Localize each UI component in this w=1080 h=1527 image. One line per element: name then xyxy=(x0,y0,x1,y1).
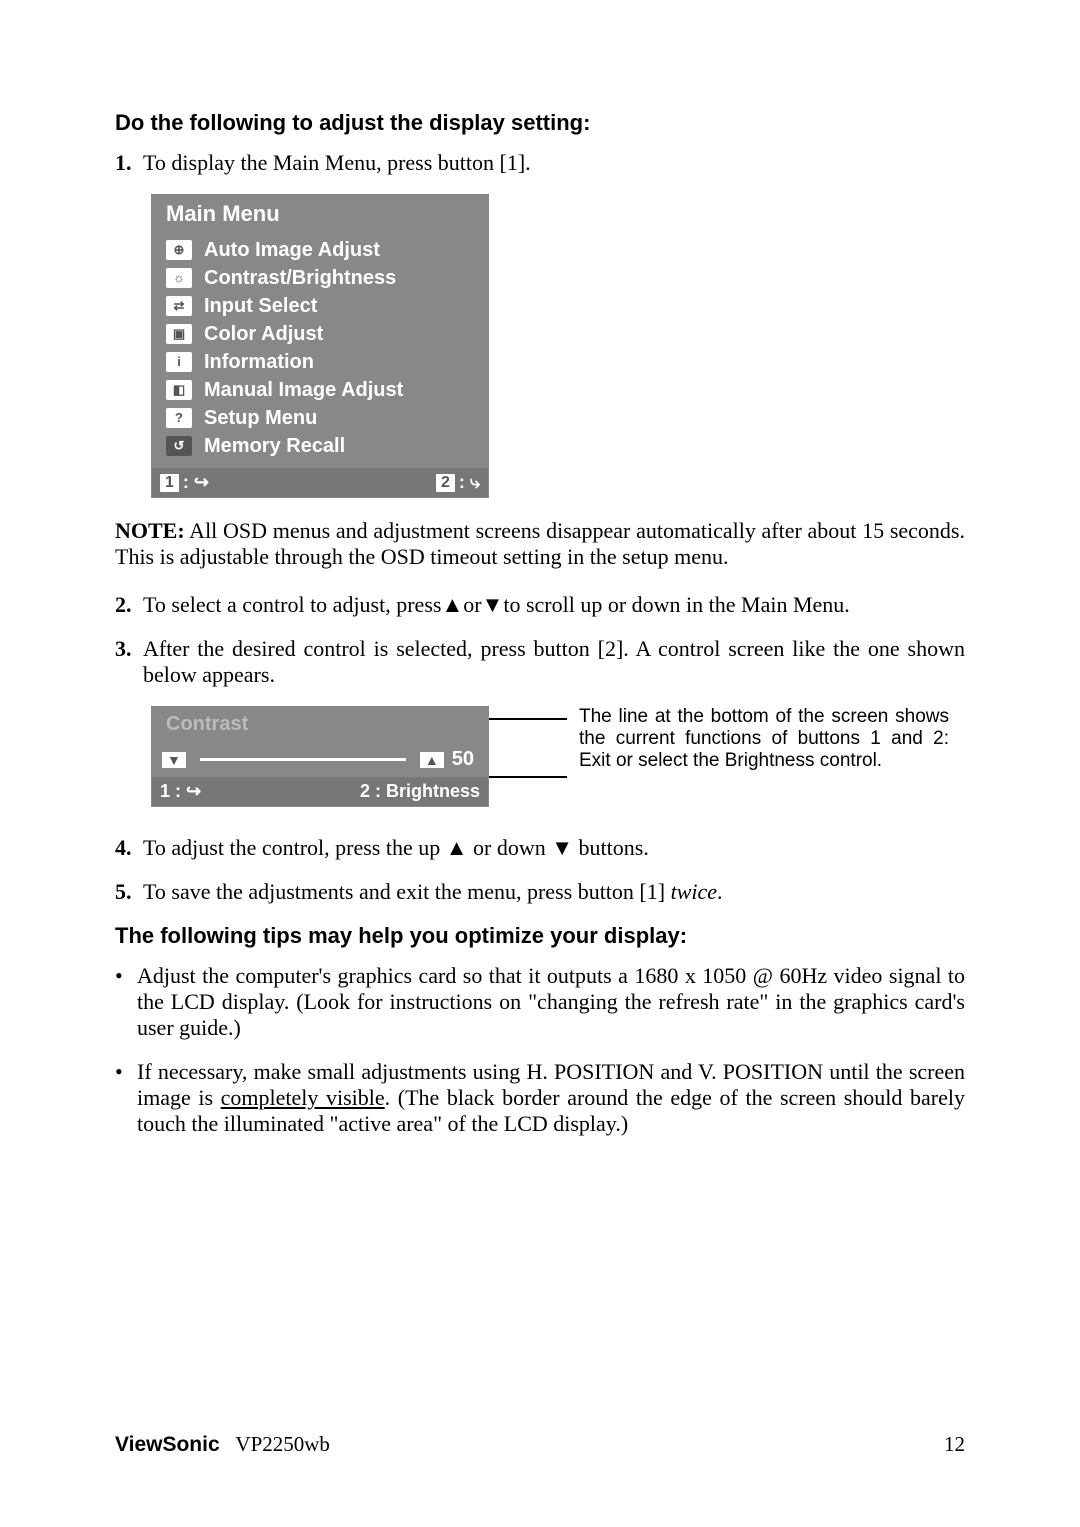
footer-model: VP2250wb xyxy=(235,1432,330,1456)
step-number: 3. xyxy=(115,636,143,688)
osd-item-label: Input Select xyxy=(204,292,317,320)
osd-item-icon: ? xyxy=(166,408,192,428)
osd-main-menu: Main Menu ⊕ Auto Image Adjust ☼ Contrast/Br… xyxy=(151,194,489,498)
step-3: 3. After the desired control is selected… xyxy=(115,636,965,688)
key-sym-2: : ⤷ xyxy=(459,472,480,493)
osd-item-label: Contrast/Brightness xyxy=(204,264,396,292)
tip-2: • If necessary, make small adjustments u… xyxy=(115,1059,965,1137)
text-span: to scroll up or down in the Main Menu. xyxy=(503,592,849,617)
heading-tips: The following tips may help you optimize… xyxy=(115,923,965,949)
down-box-icon: ▼ xyxy=(162,752,186,768)
slider-bar xyxy=(200,758,406,761)
osd-menu-item: ▣ Color Adjust xyxy=(166,320,474,348)
osd-footer: 1 : ↪ 2 : ⤷ xyxy=(152,468,488,497)
footer-brand: ViewSonic xyxy=(115,1433,220,1456)
bullet-icon: • xyxy=(115,1059,137,1137)
callout-text: The line at the bottom of the screen sho… xyxy=(579,706,949,772)
osd-menu-item: ? Setup Menu xyxy=(166,404,474,432)
tip-text: If necessary, make small adjustments usi… xyxy=(137,1059,965,1137)
key-box-2: 2 xyxy=(360,781,370,801)
tip-1: • Adjust the computer's graphics card so… xyxy=(115,963,965,1041)
osd-item-icon: ↺ xyxy=(166,436,192,456)
osd-item-icon: i xyxy=(166,352,192,372)
key-label-2: : Brightness xyxy=(375,781,480,801)
osd-menu-item: ⇄ Input Select xyxy=(166,292,474,320)
step-text: After the desired control is selected, p… xyxy=(143,636,965,688)
step-4: 4. To adjust the control, press the up o… xyxy=(115,835,965,861)
step-text: To display the Main Menu, press button [… xyxy=(143,150,965,176)
text-underline: completely visible xyxy=(221,1085,385,1110)
step-5: 5. To save the adjustments and exit the … xyxy=(115,879,965,905)
osd-item-icon: ◧ xyxy=(166,380,192,400)
osd-body: ⊕ Auto Image Adjust ☼ Contrast/Brightness ⇄ I… xyxy=(152,233,488,468)
note-paragraph: NOTE: All OSD menus and adjustment scree… xyxy=(115,518,965,570)
note-label: NOTE: xyxy=(115,518,185,543)
text-span: To save the adjustments and exit the men… xyxy=(143,879,671,904)
page-footer: ViewSonic VP2250wb 12 xyxy=(115,1432,965,1457)
step-number: 2. xyxy=(115,592,143,618)
bullet-icon: • xyxy=(115,963,137,1041)
osd-item-icon: ⇄ xyxy=(166,296,192,316)
key-box-2: 2 xyxy=(436,474,455,492)
contrast-value: 50 xyxy=(452,748,478,771)
step-text: To adjust the control, press the up or d… xyxy=(143,835,965,861)
step-number: 4. xyxy=(115,835,143,861)
footer-key-2: 2 : Brightness xyxy=(360,781,480,802)
heading-adjust: Do the following to adjust the display s… xyxy=(115,110,965,136)
key-sym-1: : ↪ xyxy=(175,781,201,801)
osd-item-label: Manual Image Adjust xyxy=(204,376,403,404)
text-span: . xyxy=(717,879,723,904)
osd-menu-item: ⊕ Auto Image Adjust xyxy=(166,236,474,264)
osd-item-label: Memory Recall xyxy=(204,432,345,460)
down-triangle-icon xyxy=(551,835,573,860)
osd-title: Main Menu xyxy=(152,195,488,233)
key-box-1: 1 xyxy=(160,474,179,492)
key-box-1: 1 xyxy=(160,781,170,801)
footer-page-number: 12 xyxy=(944,1432,965,1457)
step-number: 1. xyxy=(115,150,143,176)
osd-menu-item: ☼ Contrast/Brightness xyxy=(166,264,474,292)
osd-item-label: Setup Menu xyxy=(204,404,317,432)
step-2: 2. To select a control to adjust, press o… xyxy=(115,592,965,618)
footer-left: ViewSonic VP2250wb xyxy=(115,1432,330,1457)
osd-menu-item: i Information xyxy=(166,348,474,376)
footer-key-1: 1 : ↪ xyxy=(160,781,201,802)
osd-menu-item: ↺ Memory Recall xyxy=(166,432,474,460)
osd-menu-item: ◧ Manual Image Adjust xyxy=(166,376,474,404)
step-1: 1. To display the Main Menu, press butto… xyxy=(115,150,965,176)
text-span: or xyxy=(463,592,481,617)
key-sym-1: : ↪ xyxy=(183,472,209,493)
callout-line-top xyxy=(489,718,567,772)
step-text: To save the adjustments and exit the men… xyxy=(143,879,965,905)
osd-item-label: Information xyxy=(204,348,314,376)
osd-footer-key-2: 2 : ⤷ xyxy=(436,472,480,493)
text-span: or down xyxy=(468,835,552,860)
text-span: buttons. xyxy=(573,835,649,860)
osd-item-label: Color Adjust xyxy=(204,320,323,348)
osd-item-icon: ⊕ xyxy=(166,240,192,260)
up-triangle-icon xyxy=(441,592,463,617)
osd-item-label: Auto Image Adjust xyxy=(204,236,380,264)
up-box-icon: ▲ xyxy=(420,752,444,768)
text-italic: twice xyxy=(671,879,717,904)
callout-line-bottom xyxy=(489,776,567,778)
osd-contrast-title: Contrast xyxy=(152,707,488,742)
text-span: To select a control to adjust, press xyxy=(143,592,441,617)
text-span: To adjust the control, press the up xyxy=(143,835,446,860)
down-triangle-icon xyxy=(482,592,504,617)
osd-contrast-footer: 1 : ↪ 2 : Brightness xyxy=(152,777,488,806)
osd-item-icon: ▣ xyxy=(166,324,192,344)
osd-contrast-slider: ▼ ▲ 50 xyxy=(152,742,488,777)
osd-contrast-screen: Contrast ▼ ▲ 50 1 : ↪ 2 : Brightness xyxy=(151,706,489,807)
step-text: To select a control to adjust, press orto… xyxy=(143,592,965,618)
osd-footer-key-1: 1 : ↪ xyxy=(160,472,209,493)
osd-item-icon: ☼ xyxy=(166,268,192,288)
up-triangle-icon xyxy=(446,835,468,860)
note-text: All OSD menus and adjustment screens dis… xyxy=(115,518,965,569)
tip-text: Adjust the computer's graphics card so t… xyxy=(137,963,965,1041)
step-number: 5. xyxy=(115,879,143,905)
